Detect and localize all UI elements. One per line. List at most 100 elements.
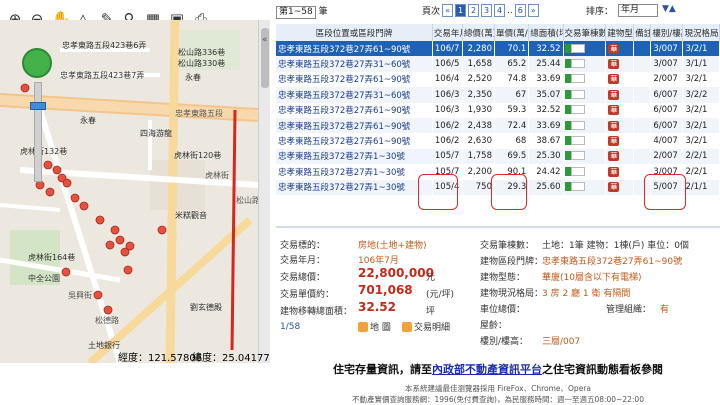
page-2-button[interactable]: 2 xyxy=(468,4,480,17)
row-building-type: 華 xyxy=(605,164,635,180)
row-address: 忠孝東路五段372巷27弄61~90號 xyxy=(276,117,433,134)
col-header[interactable]: 區段位置或區段門牌 xyxy=(276,24,433,41)
row-floor: 6/007 xyxy=(650,117,684,134)
map-label: 永春 xyxy=(185,73,201,82)
detail-area: 32.52 xyxy=(358,300,396,314)
col-header[interactable]: 總面積(坪) xyxy=(528,24,564,41)
row-count xyxy=(563,133,607,149)
row-remark xyxy=(633,41,652,57)
row-building-type: 華 xyxy=(605,148,635,165)
row-unit-price: 68 xyxy=(494,133,530,149)
row-date: 106/5 xyxy=(432,56,463,72)
page-next-button[interactable]: » xyxy=(527,4,539,17)
row-area: 35.07 xyxy=(528,87,564,103)
map-label: 松山路336巷 xyxy=(178,48,226,57)
row-address: 忠孝東路五段372巷27弄31~60號 xyxy=(276,56,433,72)
col-header[interactable]: 總價(萬) xyxy=(462,24,496,41)
moi-platform-link[interactable]: 內政部不動產資訊平台 xyxy=(432,363,542,376)
detail-label: 交易標的： xyxy=(280,241,326,251)
map-side-scrollbar[interactable] xyxy=(258,20,270,363)
row-total-price: 2,280 xyxy=(462,41,496,57)
collapse-panel-icon[interactable]: « xyxy=(262,35,268,45)
detail-icon xyxy=(402,321,412,332)
building-count-icon xyxy=(570,105,585,115)
map-zoom-slider[interactable] xyxy=(34,82,42,182)
sort-direction-icon[interactable]: ▼▲ xyxy=(662,4,676,14)
page-1-button[interactable]: 1 xyxy=(455,4,467,17)
map-road-label: 虎林街 xyxy=(205,171,229,180)
row-area: 25.44 xyxy=(528,56,564,72)
col-header[interactable]: 交易筆棟數 xyxy=(563,24,607,41)
map-pan-control[interactable] xyxy=(22,48,52,78)
row-total-price: 1,658 xyxy=(462,56,496,72)
detail-label: 建物移轉總面積： xyxy=(280,307,353,317)
row-count xyxy=(563,71,607,88)
row-remark xyxy=(633,87,652,103)
row-layout: 2/2/1 xyxy=(682,164,720,180)
page-prev-button[interactable]: « xyxy=(442,4,454,17)
building-count-icon xyxy=(570,151,585,161)
detail-value: 土地：1筆 建物：1棟(戶) 車位：0個 xyxy=(542,241,689,251)
page-range-select[interactable]: 第1~58 xyxy=(276,6,316,19)
page-6-button[interactable]: 6 xyxy=(514,4,526,17)
table-row[interactable]: 忠孝東路五段372巷27弄61~90號 106/7 2,280 70.1 32.52 華 3… xyxy=(276,41,720,57)
table-row[interactable]: 忠孝東路五段372巷27弄61~90號 106/2 2,630 68 38.67 華 4/0… xyxy=(276,133,720,149)
col-header[interactable]: 備註 xyxy=(633,24,652,41)
building-count-icon xyxy=(570,74,585,84)
row-building-type: 華 xyxy=(605,87,635,103)
col-header[interactable]: 交易年月 xyxy=(432,24,463,41)
row-building-type: 華 xyxy=(605,133,635,149)
detail-label: 管理組織： xyxy=(606,305,652,315)
detail-label: 交易單價約： xyxy=(280,290,335,300)
col-header[interactable]: 單價(萬/坪) xyxy=(494,24,530,41)
detail-label: 樓別/樓高： xyxy=(480,337,529,347)
row-date: 106/3 xyxy=(432,87,463,103)
table-row[interactable]: 忠孝東路五段372巷27弄31~60號 106/5 1,658 65.2 25.44 華 3… xyxy=(276,56,720,72)
row-floor: 4/007 xyxy=(650,133,684,149)
row-total-price: 2,200 xyxy=(462,164,496,180)
row-count xyxy=(563,164,607,180)
map-button[interactable]: 地 圖 xyxy=(358,320,391,333)
row-total-price: 2,350 xyxy=(462,87,496,103)
detail-value: 3 房 2 廳 1 衛 有隔間 xyxy=(542,289,631,299)
row-address: 忠孝東路五段372巷27弄1~30號 xyxy=(276,179,433,195)
row-total-price: 750 xyxy=(462,179,496,195)
building-count-icon xyxy=(570,89,585,99)
list-topbar: 第1~58 筆 頁次 « 1 2 3 4 .. 6 » 排序： 年月 ▼▲ xyxy=(276,4,720,24)
type-badge: 華 xyxy=(608,43,620,54)
map-road-label: 吳興街 xyxy=(68,291,92,300)
sort-select[interactable]: 年月 xyxy=(618,4,658,17)
row-count xyxy=(563,41,607,57)
map-road-label: 忠孝東路五段 xyxy=(175,109,223,118)
detail-value: 三層/007 xyxy=(542,337,581,347)
map-zoom-handle[interactable] xyxy=(30,102,46,110)
row-area: 25.60 xyxy=(528,179,564,195)
col-header[interactable]: 樓別/樓高 xyxy=(650,24,684,41)
footer-notice: 住宅存量資訊，請至內政部不動產資訊平台之住宅資訊動態看板參閱 xyxy=(276,361,720,377)
type-badge: 華 xyxy=(608,151,620,162)
row-remark xyxy=(633,148,652,165)
col-header[interactable]: 建物型態 xyxy=(605,24,635,41)
page-3-button[interactable]: 3 xyxy=(481,4,493,17)
map-canvas[interactable]: 忠孝東路五段423巷6弄 松山路336巷 松山路330巷 忠孝東路五段423巷7… xyxy=(0,20,258,363)
type-badge: 華 xyxy=(608,182,620,193)
table-row[interactable]: 忠孝東路五段372巷27弄61~90號 106/3 1,930 59.3 32.52 華 6… xyxy=(276,102,720,118)
col-header[interactable]: 現況格局房/廳/衛 xyxy=(682,24,720,41)
row-unit-price: 70.1 xyxy=(494,41,530,57)
detail-label: 建物區段門牌： xyxy=(480,257,544,267)
detail-unit-price: 701,068 xyxy=(358,283,413,297)
detail-panel: 交易標的： 房地(土地+建物) 交易年月： 106年7月 交易總價： 22,80… xyxy=(276,226,720,353)
table-row[interactable]: 忠孝東路五段372巷27弄61~90號 106/4 2,520 74.8 33.69 華 2… xyxy=(276,71,720,88)
page-4-button[interactable]: 4 xyxy=(494,4,506,17)
table-row[interactable]: 忠孝東路五段372巷27弄61~90號 106/2 2,438 72.4 33.69 華 6… xyxy=(276,117,720,134)
building-count-icon xyxy=(570,166,585,176)
map-label: 忠孝東路五段423巷6弄 xyxy=(62,41,147,50)
detail-value: 忠孝東路五段372巷27弄61~90號 xyxy=(542,257,683,267)
detail-value: 華廈(10層含以下有電梯) xyxy=(542,273,642,283)
table-row[interactable]: 忠孝東路五段372巷27弄31~60號 106/3 2,350 67 35.07 華 6/0… xyxy=(276,87,720,103)
detail-label: 交易筆棟數： xyxy=(480,241,535,251)
page-range-suffix: 筆 xyxy=(318,7,328,17)
transaction-detail-button[interactable]: 交易明細 xyxy=(402,320,450,333)
table-row[interactable]: 忠孝東路五段372巷27弄1~30號 105/7 1,758 69.5 25.30 華 2/… xyxy=(276,148,720,165)
row-unit-price: 65.2 xyxy=(494,56,530,72)
